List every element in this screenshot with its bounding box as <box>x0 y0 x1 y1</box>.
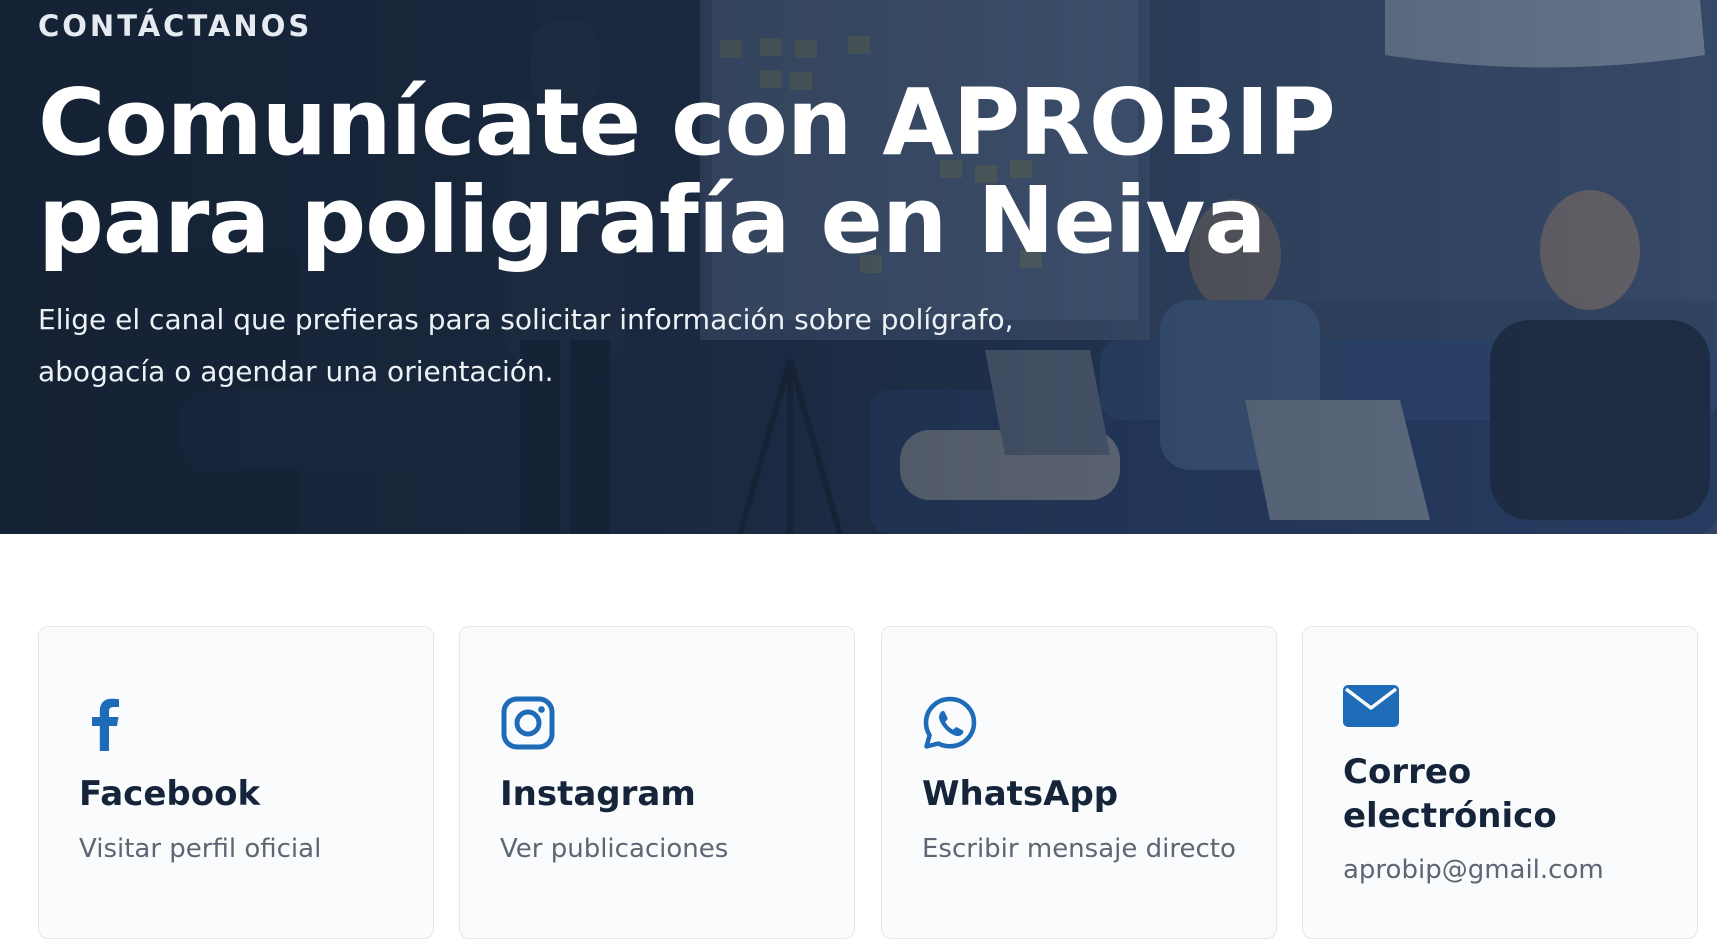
instagram-icon <box>501 696 555 750</box>
facebook-icon <box>92 698 119 751</box>
page-title-line-1: Comunícate con APROBIP <box>38 69 1336 176</box>
page-title: Comunícate con APROBIP para poligrafía e… <box>38 74 1338 270</box>
email-address-link[interactable]: aprobip@gmail.com <box>1343 853 1604 887</box>
email-card-title-line-1: Correo <box>1343 752 1472 792</box>
instagram-card-title: Instagram <box>500 774 696 814</box>
instagram-card[interactable]: Instagram Ver publicaciones <box>459 626 855 939</box>
instagram-card-description: Ver publicaciones <box>500 834 729 864</box>
hero-section: CONTÁCTANOS Comunícate con APROBIP para … <box>0 0 1717 534</box>
whatsapp-card-description: Escribir mensaje directo <box>922 834 1236 864</box>
whatsapp-icon <box>923 696 977 749</box>
facebook-card-title: Facebook <box>79 774 261 814</box>
email-card-title: Correo electrónico <box>1343 750 1557 838</box>
contact-cards: Facebook Visitar perfil oficial Instagra… <box>38 626 1698 942</box>
facebook-card[interactable]: Facebook Visitar perfil oficial <box>38 626 434 939</box>
facebook-card-description: Visitar perfil oficial <box>79 834 322 864</box>
hero-subtitle-line-2: abogacía o agendar una orientación. <box>38 355 554 388</box>
hero-subtitle: Elige el canal que prefieras para solici… <box>38 294 1038 398</box>
whatsapp-card-title: WhatsApp <box>922 774 1119 814</box>
email-card[interactable]: Correo electrónico aprobip@gmail.com <box>1302 626 1698 939</box>
whatsapp-card[interactable]: WhatsApp Escribir mensaje directo <box>881 626 1277 939</box>
hero-content: CONTÁCTANOS Comunícate con APROBIP para … <box>38 0 1338 398</box>
hero-subtitle-line-1: Elige el canal que prefieras para solici… <box>38 303 1014 336</box>
section-eyebrow: CONTÁCTANOS <box>38 9 313 43</box>
envelope-icon <box>1343 685 1399 727</box>
page-title-line-2: para poligrafía en Neiva <box>38 167 1266 274</box>
email-card-title-line-2: electrónico <box>1343 796 1557 836</box>
